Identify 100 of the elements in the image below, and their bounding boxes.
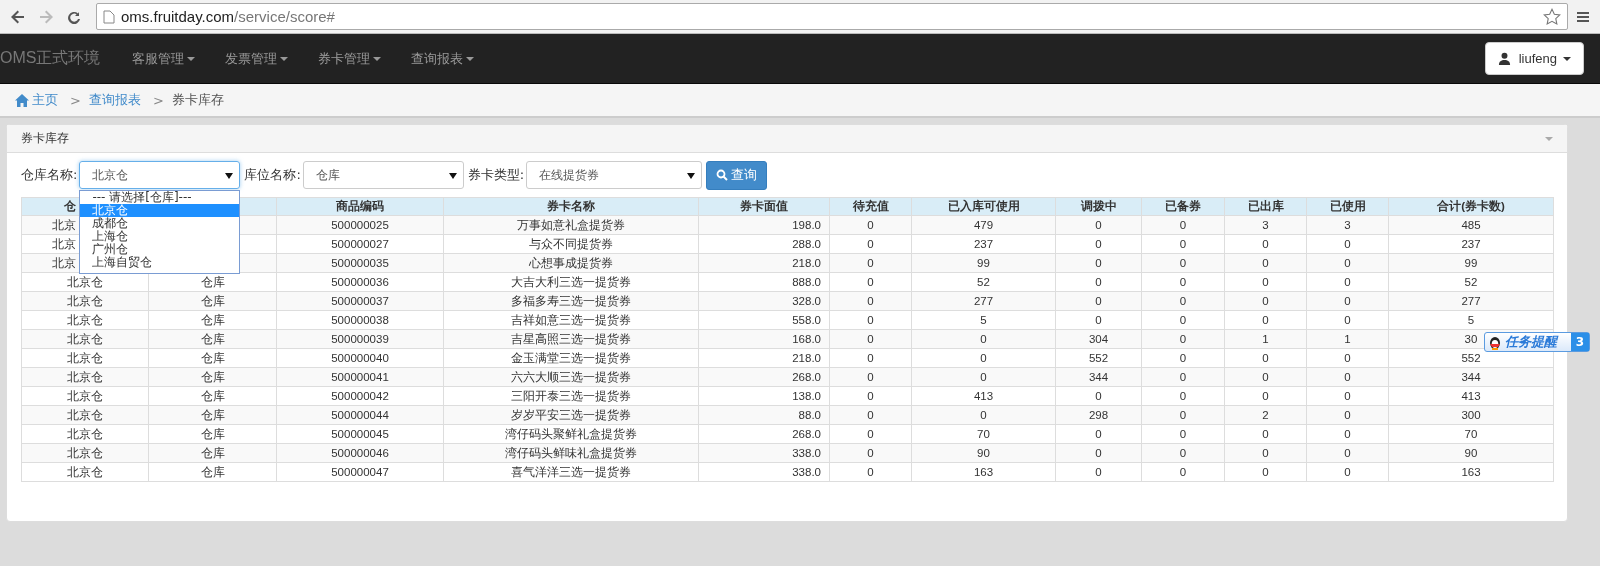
table-cell: 500000027 — [276, 234, 444, 254]
table-cell: 500000045 — [276, 424, 444, 444]
table-cell: 仓库 — [148, 424, 277, 444]
table-cell: 0 — [1224, 462, 1307, 482]
table-cell: 0 — [1055, 386, 1142, 406]
table-cell: 0 — [1055, 462, 1142, 482]
table-cell: 413 — [911, 386, 1056, 406]
column-header: 已使用 — [1306, 197, 1389, 216]
table-cell: 0 — [1306, 386, 1389, 406]
table-cell: 0 — [1141, 424, 1225, 444]
breadcrumb-separator: > — [152, 92, 164, 108]
breadcrumb-link[interactable]: 主页 — [15, 91, 58, 109]
table-cell: 0 — [1224, 424, 1307, 444]
home-icon — [15, 93, 29, 107]
table-cell: 413 — [1388, 386, 1554, 406]
table-cell: 与众不同提货券 — [443, 234, 699, 254]
table-cell: 552 — [1055, 348, 1142, 368]
table-cell: 仓库 — [148, 310, 277, 330]
column-header: 券卡名称 — [443, 197, 699, 216]
table-cell: 0 — [1141, 234, 1225, 254]
table-cell: 52 — [1388, 272, 1554, 292]
table-cell: 0 — [829, 310, 912, 330]
reminder-count: 3 — [1571, 333, 1589, 351]
star-icon[interactable] — [1543, 7, 1561, 26]
column-header: 合计(券卡数) — [1388, 197, 1554, 216]
nav-menu[interactable]: 查询报表 — [411, 49, 475, 68]
table-cell: 仓库 — [148, 462, 277, 482]
breadcrumb-separator: > — [70, 92, 81, 108]
table-cell: 0 — [1055, 424, 1142, 444]
filter-label: 券卡类型: — [467, 166, 525, 184]
table-cell: 湾仔码头聚鲜礼盒提货券 — [443, 424, 699, 444]
nav-menu[interactable]: 客服管理 — [132, 49, 196, 68]
table-cell: 0 — [829, 348, 912, 368]
penguin-icon — [1487, 334, 1503, 350]
table-cell: 0 — [1141, 310, 1225, 330]
table-cell: 268.0 — [698, 424, 830, 444]
table-cell: 138.0 — [698, 386, 830, 406]
task-reminder-widget[interactable]: 任务提醒 3 — [1484, 332, 1590, 352]
table-cell: 0 — [1224, 272, 1307, 292]
table-cell: 仓库 — [148, 348, 277, 368]
table-cell: 0 — [1055, 234, 1142, 254]
brand-title[interactable]: OMS正式环境 — [0, 48, 101, 69]
table-cell: 0 — [1055, 272, 1142, 292]
table-cell: 0 — [1224, 348, 1307, 368]
back-icon[interactable] — [10, 8, 26, 25]
table-cell: 0 — [1224, 234, 1307, 254]
table-cell: 喜气洋洋三选一提货券 — [443, 462, 699, 482]
table-cell: 金玉满堂三选一提货券 — [443, 348, 699, 368]
table-cell: 0 — [1306, 234, 1389, 254]
address-bar[interactable]: oms.fruitday.com/service/score# — [96, 3, 1568, 30]
nav-menu[interactable]: 发票管理 — [225, 49, 289, 68]
table-cell: 0 — [1141, 462, 1225, 482]
select-field[interactable]: 仓库 — [302, 161, 464, 189]
filter-label: 库位名称: — [244, 166, 301, 184]
table-cell: 70 — [911, 424, 1056, 444]
column-header: 商品编码 — [276, 197, 444, 216]
user-menu-button[interactable]: liufeng — [1484, 42, 1584, 75]
column-header: 已入库可使用 — [911, 197, 1056, 216]
table-cell: 0 — [1141, 386, 1225, 406]
breadcrumb-link[interactable]: 查询报表 — [88, 91, 141, 109]
menu-icon[interactable] — [1576, 9, 1590, 24]
table-cell: 北京仓 — [21, 462, 149, 482]
table-cell: 500000042 — [276, 386, 444, 406]
table-cell: 237 — [911, 234, 1056, 254]
search-icon — [716, 169, 729, 181]
table-cell: 北京仓 — [21, 272, 149, 292]
page-icon — [103, 9, 115, 24]
table-cell: 北京仓 — [21, 424, 149, 444]
table-cell: 0 — [1306, 310, 1389, 330]
table-cell: 237 — [1388, 234, 1554, 254]
query-button[interactable]: 查询 — [706, 160, 768, 190]
column-header: 已备券 — [1141, 197, 1225, 216]
select-field[interactable]: 在线提货券 — [526, 161, 703, 189]
table-cell: 500000036 — [276, 272, 444, 292]
table-cell: 三阳开泰三选一提货券 — [443, 386, 699, 406]
table-cell: 北京仓 — [21, 386, 149, 406]
table-cell: 0 — [1141, 272, 1225, 292]
table-cell: 吉祥如意三选一提货券 — [443, 310, 699, 330]
table-cell: 0 — [1141, 348, 1225, 368]
select-field[interactable]: 北京仓 — [79, 161, 241, 189]
nav-menu[interactable]: 券卡管理 — [318, 49, 382, 68]
table-cell: 500000040 — [276, 348, 444, 368]
table-cell: 北京仓 — [21, 310, 149, 330]
table-cell: 大吉大利三选一提货券 — [443, 272, 699, 292]
table-cell: 218.0 — [698, 348, 830, 368]
table-cell: 558.0 — [698, 310, 830, 330]
table-cell: 0 — [829, 424, 912, 444]
table-cell: 500000038 — [276, 310, 444, 330]
table-cell: 338.0 — [698, 462, 830, 482]
column-header: 已出库 — [1224, 197, 1307, 216]
table-cell: 500000047 — [276, 462, 444, 482]
column-header: 券卡面值 — [698, 197, 830, 216]
table-cell: 5 — [1388, 310, 1554, 330]
table-cell: 0 — [1306, 348, 1389, 368]
dropdown-option[interactable]: 广州仓 — [80, 243, 240, 256]
table-cell: 163 — [1388, 462, 1554, 482]
table-cell: 0 — [829, 272, 912, 292]
table-cell: 0 — [829, 386, 912, 406]
table-cell: 0 — [829, 462, 912, 482]
table-cell: 0 — [1306, 424, 1389, 444]
